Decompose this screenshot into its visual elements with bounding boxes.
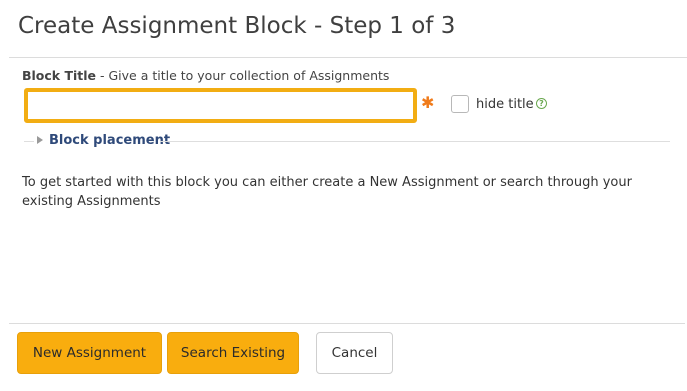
block-title-label-name: Block Title: [22, 68, 97, 83]
block-title-hint: - Give a title to your collection of Ass…: [96, 68, 390, 83]
cancel-button[interactable]: Cancel: [316, 332, 393, 374]
expand-triangle-icon[interactable]: [37, 136, 43, 144]
placement-divider-left: [24, 141, 34, 142]
hide-title-checkbox[interactable]: [451, 95, 469, 113]
help-icon[interactable]: ?: [536, 98, 547, 109]
block-title-input[interactable]: [24, 88, 417, 123]
footer-divider: [9, 323, 685, 324]
new-assignment-button[interactable]: New Assignment: [17, 332, 162, 374]
intro-text: To get started with this block you can e…: [22, 175, 632, 209]
block-title-label: Block Title - Give a title to your colle…: [22, 68, 389, 83]
placement-divider-right: [160, 141, 670, 142]
dialog-title: Create Assignment Block - Step 1 of 3: [18, 13, 456, 39]
hide-title-label[interactable]: hide title: [476, 97, 534, 112]
search-existing-button[interactable]: Search Existing: [167, 332, 299, 374]
block-placement-toggle[interactable]: Block placement: [49, 133, 170, 148]
required-icon: ✱: [421, 93, 435, 112]
header-divider: [9, 57, 687, 58]
